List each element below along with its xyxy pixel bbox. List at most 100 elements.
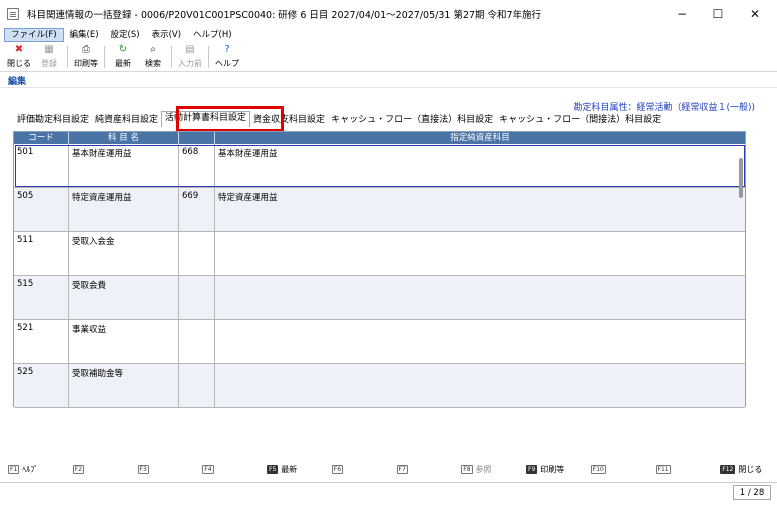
fkey-badge: F1 — [8, 464, 20, 474]
mode-label: 編集 — [8, 77, 27, 87]
help-icon: ? — [224, 44, 230, 55]
divider — [0, 87, 777, 88]
maximize-button[interactable]: ☐ — [698, 0, 738, 28]
fkey-badge: F6 — [331, 464, 344, 474]
row-code[interactable]: 501 — [14, 144, 69, 187]
row-code[interactable]: 525 — [14, 364, 69, 407]
fkey-f11[interactable]: F11 — [648, 464, 713, 474]
menu-bar: ファイル(F) 編集(E) 設定(S) 表示(V) ヘルプ(H) — [0, 28, 777, 42]
fkey-f2[interactable]: F2 — [65, 464, 130, 474]
menu-settings[interactable]: 設定(S) — [105, 28, 146, 42]
toolbar-separator — [171, 46, 172, 68]
table-row[interactable]: 521 事業収益 — [14, 320, 745, 364]
row-code[interactable]: 511 — [14, 232, 69, 275]
table-row[interactable]: 515 受取会費 — [14, 276, 745, 320]
window-title: 科目関連情報の一括登録 - 0006/P20V01C001PSC0040: 研修… — [27, 10, 542, 21]
close-window-button[interactable]: ✕ — [735, 0, 775, 28]
menu-file[interactable]: ファイル(F) — [4, 28, 64, 42]
toolbar-label: 入力前 — [178, 59, 202, 68]
header-specified: 指定純資産科目 — [450, 133, 510, 143]
row-spec-name[interactable] — [215, 364, 745, 407]
page-indicator: 1 / 28 — [733, 485, 771, 500]
toolbar-separator — [208, 46, 209, 68]
toolbar: ✖ 閉じる ▦ 登録 ⎙ 印刷等 ↻ 最新 ⌕ 検索 ▤ 入力前 ? ヘルプ — [0, 42, 777, 72]
row-spec-code[interactable]: 669 — [179, 188, 215, 231]
row-code[interactable]: 521 — [14, 320, 69, 363]
register-button[interactable]: ▦ 登録 — [34, 42, 64, 69]
row-code[interactable]: 515 — [14, 276, 69, 319]
table-row[interactable]: 505 特定資産運用益 669 特定資産運用益 — [14, 188, 745, 232]
fkey-badge: F11 — [655, 464, 671, 474]
tab-4[interactable]: キャッシュ・フロー（直接法）科目設定 — [328, 113, 496, 127]
row-spec-name[interactable]: 基本財産運用益 — [215, 144, 745, 187]
row-name[interactable]: 受取補助金等 — [69, 364, 179, 407]
refresh-button[interactable]: ↻ 最新 — [108, 42, 138, 69]
menu-help[interactable]: ヘルプ(H) — [187, 28, 238, 42]
help-button[interactable]: ? ヘルプ — [212, 42, 242, 69]
printer-button[interactable]: ⎙ 印刷等 — [71, 42, 101, 69]
fkey-label: 閉じる — [738, 464, 763, 474]
fkey-f10[interactable]: F10 — [583, 464, 648, 474]
row-spec-code[interactable] — [179, 364, 215, 407]
fkey-badge: F7 — [396, 464, 408, 474]
row-spec-name[interactable] — [215, 320, 745, 363]
row-spec-name[interactable] — [215, 232, 745, 275]
fkey-f7[interactable]: F7 — [389, 464, 454, 474]
toolbar-label: 閉じる — [7, 59, 31, 68]
minimize-button[interactable]: − — [662, 0, 702, 28]
row-name[interactable]: 基本財産運用益 — [69, 144, 179, 187]
fkey-f12[interactable]: F12 閉じる — [712, 464, 777, 475]
toolbar-label: 最新 — [115, 59, 131, 68]
fkey-f3[interactable]: F3 — [130, 464, 195, 474]
fkey-f8[interactable]: F8 参照 — [453, 464, 518, 475]
row-spec-code[interactable] — [179, 320, 215, 363]
table-row[interactable]: 511 受取入会金 — [14, 232, 745, 276]
row-name[interactable]: 受取会費 — [69, 276, 179, 319]
header-spec-code — [179, 132, 215, 144]
row-spec-code[interactable] — [179, 276, 215, 319]
row-spec-name[interactable]: 特定資産運用益 — [215, 188, 745, 231]
tab-1[interactable]: 純資産科目設定 — [92, 113, 161, 127]
row-name[interactable]: 受取入会金 — [69, 232, 179, 275]
grid-header: コード 科 目 名 指定純資産科目 — [14, 132, 745, 144]
undo-icon: ▤ — [185, 44, 195, 55]
fkey-badge: F10 — [590, 464, 606, 474]
menu-view[interactable]: 表示(V) — [146, 28, 187, 42]
table-row[interactable]: 501 基本財産運用益 668 基本財産運用益 — [14, 144, 745, 188]
row-spec-code[interactable] — [179, 232, 215, 275]
fkey-label: 印刷等 — [540, 464, 565, 474]
fkey-label: ﾍﾙﾌﾟ — [22, 464, 39, 474]
search-icon: ⌕ — [150, 44, 156, 55]
row-spec-code[interactable]: 668 — [179, 144, 215, 187]
fkey-badge: F2 — [72, 464, 85, 474]
vertical-scrollbar[interactable] — [739, 158, 743, 198]
fkey-f6[interactable]: F6 — [324, 464, 389, 474]
row-spec-name[interactable] — [215, 276, 745, 319]
grid-body: 501 基本財産運用益 668 基本財産運用益 505 特定資産運用益 669 特定資産運用益… — [14, 144, 745, 408]
fkey-f9[interactable]: F9 印刷等 — [518, 464, 583, 475]
row-name[interactable]: 事業収益 — [69, 320, 179, 363]
fkey-f5[interactable]: F5 最新 — [259, 464, 324, 475]
status-bar: 1 / 28 — [0, 482, 777, 502]
tab-0[interactable]: 評価勘定科目設定 — [14, 113, 92, 127]
toolbar-separator — [67, 46, 68, 68]
menu-edit[interactable]: 編集(E) — [64, 28, 105, 42]
fkey-label: 参照 — [475, 464, 492, 474]
row-name[interactable]: 特定資産運用益 — [69, 188, 179, 231]
row-code[interactable]: 505 — [14, 188, 69, 231]
search-button[interactable]: ⌕ 検索 — [138, 42, 168, 69]
close-button[interactable]: ✖ 閉じる — [4, 42, 34, 69]
table-row[interactable]: 525 受取補助金等 — [14, 364, 745, 408]
close-icon: ✖ — [14, 44, 24, 55]
tab-5[interactable]: キャッシュ・フロー（間接法）科目設定 — [496, 113, 664, 127]
header-name: 科 目 名 — [69, 132, 179, 144]
fkey-badge: F9 — [526, 464, 538, 474]
undo-button[interactable]: ▤ 入力前 — [175, 42, 205, 69]
toolbar-separator — [104, 46, 105, 68]
fkey-label: 最新 — [281, 464, 298, 474]
app-icon — [7, 8, 19, 20]
account-attribute: 勘定科目属性：経常活動（経常収益１(一般)) — [573, 103, 755, 113]
fkey-f1[interactable]: F1 ﾍﾙﾌﾟ — [0, 464, 65, 475]
register-icon: ▦ — [44, 44, 54, 55]
fkey-f4[interactable]: F4 — [194, 464, 259, 474]
